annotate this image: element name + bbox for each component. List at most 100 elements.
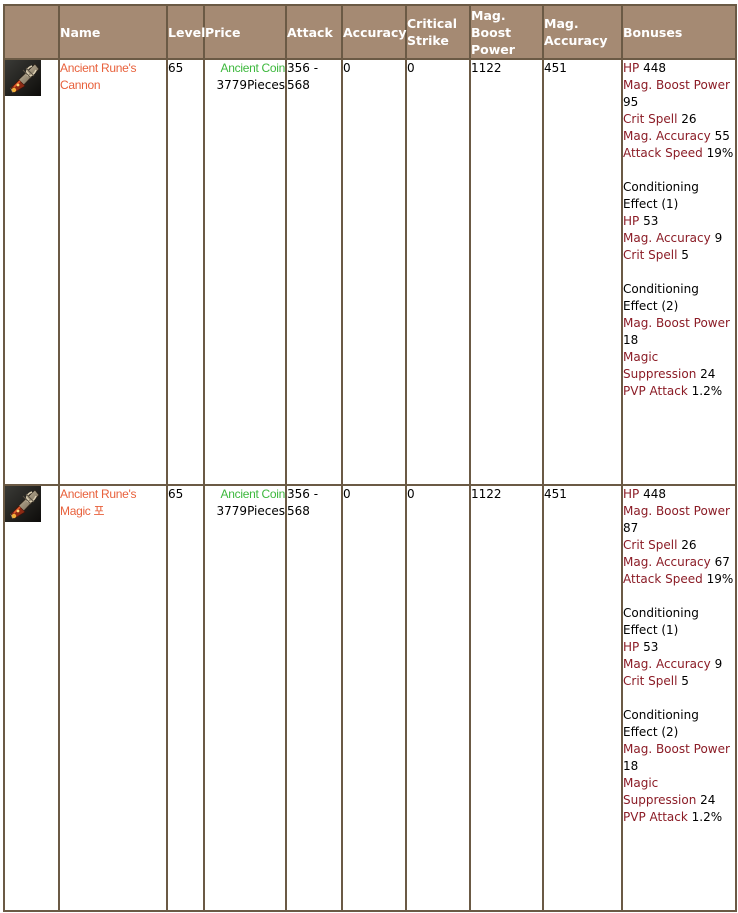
- bonus-label: Attack Speed: [623, 572, 703, 586]
- price-cell: Ancient Coin 3779Pieces: [203, 484, 287, 912]
- mag-accuracy-value: 451: [544, 61, 567, 75]
- attack-value: 356 - 568: [287, 61, 319, 92]
- attack-cell: 356 - 568: [285, 484, 343, 912]
- accuracy-value: 0: [343, 487, 351, 501]
- header-price[interactable]: Price: [203, 4, 287, 60]
- bonus-label: HP: [623, 214, 640, 228]
- bonus-stat: Magic Suppression 24: [623, 349, 735, 383]
- bonus-value: 19%: [706, 572, 734, 586]
- bonus-stat: Mag. Accuracy 9: [623, 230, 735, 247]
- bonus-label: Mag. Boost Power: [623, 742, 730, 756]
- header-mag-accuracy[interactable]: Mag. Accuracy: [542, 4, 623, 60]
- header-mag-boost-power[interactable]: Mag. Boost Power: [469, 4, 544, 60]
- bonus-label: Mag. Boost Power: [623, 504, 730, 518]
- bonus-stat: Magic Suppression 24: [623, 775, 735, 809]
- bonuses-cell: HP 448 Mag. Boost Power 87 Crit Spell 26 Ma…: [621, 484, 737, 912]
- currency-link[interactable]: Ancient Coin: [205, 486, 286, 503]
- header-critical-strike[interactable]: Critical Strike: [405, 4, 471, 60]
- conditioning-title: Conditioning Effect (1): [623, 606, 699, 637]
- price-amount: 3779Pieces: [216, 78, 285, 92]
- icon-cell: [3, 58, 60, 486]
- accuracy-value: 0: [343, 61, 351, 75]
- bonus-value: 55: [714, 129, 730, 143]
- bonus-value: 1.2%: [691, 810, 723, 824]
- bonus-label: PVP Attack: [623, 384, 688, 398]
- bonus-stat: HP 448: [623, 486, 735, 503]
- mag-boost-power-cell: 1122: [469, 484, 544, 912]
- mag-accuracy-cell: 451: [542, 58, 623, 486]
- bonus-stat: PVP Attack 1.2%: [623, 809, 735, 826]
- price-amount: 3779Pieces: [216, 504, 285, 518]
- bonus-label: Magic Suppression: [623, 350, 697, 381]
- bonus-value: 5: [681, 674, 689, 688]
- bonus-stat: Mag. Boost Power 87: [623, 503, 735, 537]
- header-name[interactable]: Name: [58, 4, 168, 60]
- critical-strike-cell: 0: [405, 58, 471, 486]
- bonus-stat: HP 53: [623, 213, 735, 230]
- bonus-stat: HP 53: [623, 639, 735, 656]
- bonus-label: Mag. Accuracy: [623, 129, 711, 143]
- mag-boost-power-value: 1122: [471, 61, 502, 75]
- item-table: Name Level Price Attack Accuracy Critica…: [3, 4, 737, 912]
- level-value: 65: [168, 487, 184, 501]
- item-name-link[interactable]: Ancient Rune's Magic 포: [60, 487, 136, 518]
- bonus-label: Mag. Accuracy: [623, 231, 711, 245]
- bonus-label: HP: [623, 487, 640, 501]
- name-cell: Ancient Rune's Magic 포: [58, 484, 168, 912]
- accuracy-cell: 0: [341, 58, 407, 486]
- bonus-label: HP: [623, 61, 640, 75]
- bonus-value: 67: [714, 555, 730, 569]
- mag-boost-power-cell: 1122: [469, 58, 544, 486]
- bonus-stat: Mag. Boost Power 18: [623, 741, 735, 775]
- header-row: Name Level Price Attack Accuracy Critica…: [3, 4, 737, 60]
- bonus-label: Crit Spell: [623, 538, 678, 552]
- bonus-value: 9: [714, 657, 723, 671]
- bonus-stat: Crit Spell 5: [623, 673, 735, 690]
- bonus-value: 53: [643, 640, 659, 654]
- price-cell: Ancient Coin 3779Pieces: [203, 58, 287, 486]
- conditioning-title: Conditioning Effect (1): [623, 180, 699, 211]
- bonus-label: Attack Speed: [623, 146, 703, 160]
- header-icon: [3, 4, 60, 60]
- bonus-label: HP: [623, 640, 640, 654]
- bonus-label: PVP Attack: [623, 810, 688, 824]
- currency-link[interactable]: Ancient Coin: [205, 60, 286, 77]
- name-cell: Ancient Rune's Cannon: [58, 58, 168, 486]
- level-value: 65: [168, 61, 184, 75]
- critical-strike-value: 0: [407, 61, 415, 75]
- mag-accuracy-value: 451: [544, 487, 567, 501]
- accuracy-cell: 0: [341, 484, 407, 912]
- bonus-value: 24: [700, 793, 716, 807]
- level-cell: 65: [166, 484, 205, 912]
- bonus-stat: Crit Spell 26: [623, 111, 735, 128]
- bonus-value: 448: [643, 487, 666, 501]
- bonus-value: 19%: [706, 146, 734, 160]
- bonus-stat: HP 448: [623, 60, 735, 77]
- bonus-value: 18: [623, 759, 639, 773]
- bonus-stat: Mag. Accuracy 9: [623, 656, 735, 673]
- bonus-value: 53: [643, 214, 659, 228]
- bonus-label: Magic Suppression: [623, 776, 697, 807]
- header-bonuses[interactable]: Bonuses: [621, 4, 737, 60]
- table-row: Ancient Rune's Magic 포 65 Ancient Coin 3…: [3, 484, 737, 912]
- item-name-link[interactable]: Ancient Rune's Cannon: [60, 61, 136, 92]
- rune-cannon-icon[interactable]: [5, 486, 41, 522]
- critical-strike-cell: 0: [405, 484, 471, 912]
- header-level[interactable]: Level: [166, 4, 205, 60]
- bonus-stat: Mag. Accuracy 67: [623, 554, 735, 571]
- bonus-value: 95: [623, 95, 639, 109]
- bonus-stat: Mag. Boost Power 18: [623, 315, 735, 349]
- rune-cannon-icon[interactable]: [5, 60, 41, 96]
- header-attack[interactable]: Attack: [285, 4, 343, 60]
- bonus-label: Mag. Accuracy: [623, 657, 711, 671]
- header-accuracy[interactable]: Accuracy: [341, 4, 407, 60]
- bonus-stat: Mag. Boost Power 95: [623, 77, 735, 111]
- bonus-value: 448: [643, 61, 666, 75]
- conditioning-title: Conditioning Effect (2): [623, 282, 699, 313]
- bonus-value: 1.2%: [691, 384, 723, 398]
- attack-value: 356 - 568: [287, 487, 319, 518]
- mag-accuracy-cell: 451: [542, 484, 623, 912]
